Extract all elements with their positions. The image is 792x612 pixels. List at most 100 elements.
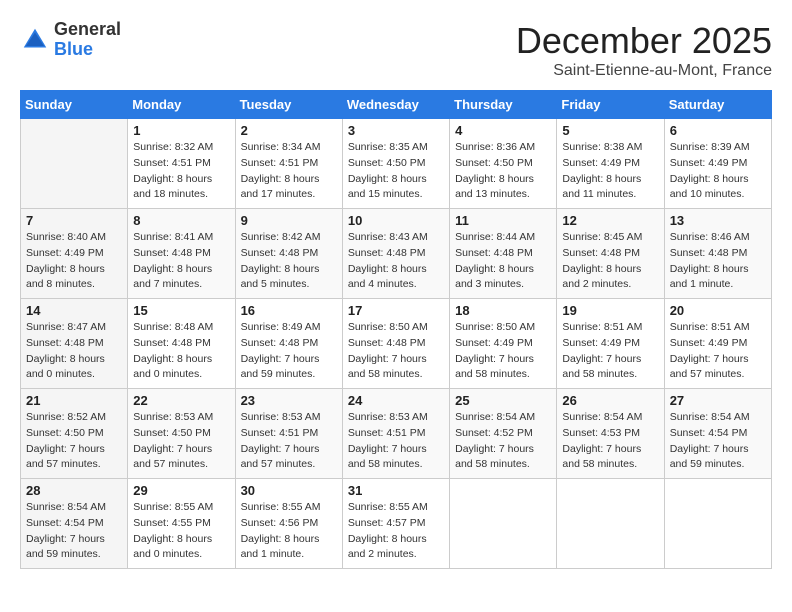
day-number: 31 [348, 483, 444, 498]
header-row: SundayMondayTuesdayWednesdayThursdayFrid… [21, 91, 772, 119]
day-number: 15 [133, 303, 229, 318]
calendar-cell: 28Sunrise: 8:54 AMSunset: 4:54 PMDayligh… [21, 479, 128, 569]
day-info: Sunrise: 8:51 AMSunset: 4:49 PMDaylight:… [670, 320, 766, 383]
day-number: 18 [455, 303, 551, 318]
day-info: Sunrise: 8:35 AMSunset: 4:50 PMDaylight:… [348, 140, 444, 203]
day-number: 16 [241, 303, 337, 318]
week-row-3: 14 Sunrise: 8:47 AMSunset: 4:48 PMDayligh… [21, 299, 772, 389]
location-title: Saint-Etienne-au-Mont, France [516, 62, 772, 80]
day-info: Sunrise: 8:45 AMSunset: 4:48 PMDaylight:… [562, 230, 658, 293]
week-row-2: 7 Sunrise: 8:40 AMSunset: 4:49 PMDaylight… [21, 209, 772, 299]
calendar-cell: 26 Sunrise: 8:54 AMSunset: 4:53 PMDayligh… [557, 389, 664, 479]
day-info: Sunrise: 8:52 AMSunset: 4:50 PMDaylight:… [26, 410, 122, 473]
logo-blue: Blue [54, 40, 121, 60]
day-number: 7 [26, 213, 122, 228]
calendar-cell: 27Sunrise: 8:54 AMSunset: 4:54 PMDayligh… [664, 389, 771, 479]
calendar-cell: 3 Sunrise: 8:35 AMSunset: 4:50 PMDaylight… [342, 119, 449, 209]
day-number: 3 [348, 123, 444, 138]
day-info: Sunrise: 8:38 AMSunset: 4:49 PMDaylight:… [562, 140, 658, 203]
day-number: 10 [348, 213, 444, 228]
day-info: Sunrise: 8:55 AMSunset: 4:55 PMDaylight:… [133, 500, 229, 563]
calendar-cell: 17Sunrise: 8:50 AMSunset: 4:48 PMDayligh… [342, 299, 449, 389]
col-header-saturday: Saturday [664, 91, 771, 119]
col-header-friday: Friday [557, 91, 664, 119]
calendar-cell: 29 Sunrise: 8:55 AMSunset: 4:55 PMDayligh… [128, 479, 235, 569]
day-number: 26 [562, 393, 658, 408]
day-number: 14 [26, 303, 122, 318]
day-number: 1 [133, 123, 229, 138]
calendar-cell: 8Sunrise: 8:41 AMSunset: 4:48 PMDaylight… [128, 209, 235, 299]
day-number: 27 [670, 393, 766, 408]
col-header-monday: Monday [128, 91, 235, 119]
col-header-sunday: Sunday [21, 91, 128, 119]
calendar-cell: 30Sunrise: 8:55 AMSunset: 4:56 PMDayligh… [235, 479, 342, 569]
week-row-5: 28Sunrise: 8:54 AMSunset: 4:54 PMDayligh… [21, 479, 772, 569]
calendar-cell: 7 Sunrise: 8:40 AMSunset: 4:49 PMDaylight… [21, 209, 128, 299]
page-header: General Blue December 2025 Saint-Etienne… [20, 20, 772, 80]
month-title: December 2025 [516, 20, 772, 62]
calendar-cell: 23 Sunrise: 8:53 AMSunset: 4:51 PMDayligh… [235, 389, 342, 479]
day-number: 21 [26, 393, 122, 408]
calendar-cell: 9 Sunrise: 8:42 AMSunset: 4:48 PMDaylight… [235, 209, 342, 299]
day-info: Sunrise: 8:42 AMSunset: 4:48 PMDaylight:… [241, 230, 337, 293]
day-number: 30 [241, 483, 337, 498]
day-info: Sunrise: 8:46 AMSunset: 4:48 PMDaylight:… [670, 230, 766, 293]
calendar-table: SundayMondayTuesdayWednesdayThursdayFrid… [20, 90, 772, 569]
day-info: Sunrise: 8:41 AMSunset: 4:48 PMDaylight:… [133, 230, 229, 293]
day-number: 23 [241, 393, 337, 408]
calendar-cell [664, 479, 771, 569]
logo-general: General [54, 20, 121, 40]
day-info: Sunrise: 8:34 AMSunset: 4:51 PMDaylight:… [241, 140, 337, 203]
day-number: 9 [241, 213, 337, 228]
day-info: Sunrise: 8:43 AMSunset: 4:48 PMDaylight:… [348, 230, 444, 293]
calendar-cell: 2 Sunrise: 8:34 AMSunset: 4:51 PMDaylight… [235, 119, 342, 209]
day-number: 22 [133, 393, 229, 408]
calendar-cell: 25 Sunrise: 8:54 AMSunset: 4:52 PMDayligh… [450, 389, 557, 479]
day-number: 13 [670, 213, 766, 228]
day-info: Sunrise: 8:50 AMSunset: 4:49 PMDaylight:… [455, 320, 551, 383]
calendar-cell [450, 479, 557, 569]
day-number: 28 [26, 483, 122, 498]
calendar-cell: 21 Sunrise: 8:52 AMSunset: 4:50 PMDayligh… [21, 389, 128, 479]
calendar-cell: 4Sunrise: 8:36 AMSunset: 4:50 PMDaylight… [450, 119, 557, 209]
col-header-thursday: Thursday [450, 91, 557, 119]
day-info: Sunrise: 8:32 AMSunset: 4:51 PMDaylight:… [133, 140, 229, 203]
day-number: 19 [562, 303, 658, 318]
calendar-cell: 19 Sunrise: 8:51 AMSunset: 4:49 PMDayligh… [557, 299, 664, 389]
day-info: Sunrise: 8:48 AMSunset: 4:48 PMDaylight:… [133, 320, 229, 383]
day-info: Sunrise: 8:55 AMSunset: 4:57 PMDaylight:… [348, 500, 444, 563]
calendar-cell: 24Sunrise: 8:53 AMSunset: 4:51 PMDayligh… [342, 389, 449, 479]
col-header-wednesday: Wednesday [342, 91, 449, 119]
day-info: Sunrise: 8:53 AMSunset: 4:51 PMDaylight:… [241, 410, 337, 473]
day-info: Sunrise: 8:50 AMSunset: 4:48 PMDaylight:… [348, 320, 444, 383]
week-row-4: 21 Sunrise: 8:52 AMSunset: 4:50 PMDayligh… [21, 389, 772, 479]
day-info: Sunrise: 8:49 AMSunset: 4:48 PMDaylight:… [241, 320, 337, 383]
day-number: 5 [562, 123, 658, 138]
day-info: Sunrise: 8:47 AMSunset: 4:48 PMDaylight:… [26, 320, 122, 383]
calendar-cell: 20Sunrise: 8:51 AMSunset: 4:49 PMDayligh… [664, 299, 771, 389]
day-number: 25 [455, 393, 551, 408]
calendar-cell: 22 Sunrise: 8:53 AMSunset: 4:50 PMDayligh… [128, 389, 235, 479]
calendar-cell: 18 Sunrise: 8:50 AMSunset: 4:49 PMDayligh… [450, 299, 557, 389]
calendar-cell: 31 Sunrise: 8:55 AMSunset: 4:57 PMDayligh… [342, 479, 449, 569]
day-info: Sunrise: 8:54 AMSunset: 4:53 PMDaylight:… [562, 410, 658, 473]
day-info: Sunrise: 8:36 AMSunset: 4:50 PMDaylight:… [455, 140, 551, 203]
logo-text: General Blue [54, 20, 121, 60]
calendar-cell: 16 Sunrise: 8:49 AMSunset: 4:48 PMDayligh… [235, 299, 342, 389]
calendar-cell: 5 Sunrise: 8:38 AMSunset: 4:49 PMDaylight… [557, 119, 664, 209]
logo-icon [20, 25, 50, 55]
calendar-cell: 6Sunrise: 8:39 AMSunset: 4:49 PMDaylight… [664, 119, 771, 209]
day-info: Sunrise: 8:54 AMSunset: 4:52 PMDaylight:… [455, 410, 551, 473]
calendar-cell: 10 Sunrise: 8:43 AMSunset: 4:48 PMDayligh… [342, 209, 449, 299]
calendar-cell [557, 479, 664, 569]
day-number: 24 [348, 393, 444, 408]
col-header-tuesday: Tuesday [235, 91, 342, 119]
day-number: 29 [133, 483, 229, 498]
day-info: Sunrise: 8:39 AMSunset: 4:49 PMDaylight:… [670, 140, 766, 203]
day-info: Sunrise: 8:53 AMSunset: 4:50 PMDaylight:… [133, 410, 229, 473]
day-number: 2 [241, 123, 337, 138]
calendar-cell: 11Sunrise: 8:44 AMSunset: 4:48 PMDayligh… [450, 209, 557, 299]
day-info: Sunrise: 8:51 AMSunset: 4:49 PMDaylight:… [562, 320, 658, 383]
calendar-cell: 13 Sunrise: 8:46 AMSunset: 4:48 PMDayligh… [664, 209, 771, 299]
day-info: Sunrise: 8:40 AMSunset: 4:49 PMDaylight:… [26, 230, 122, 293]
